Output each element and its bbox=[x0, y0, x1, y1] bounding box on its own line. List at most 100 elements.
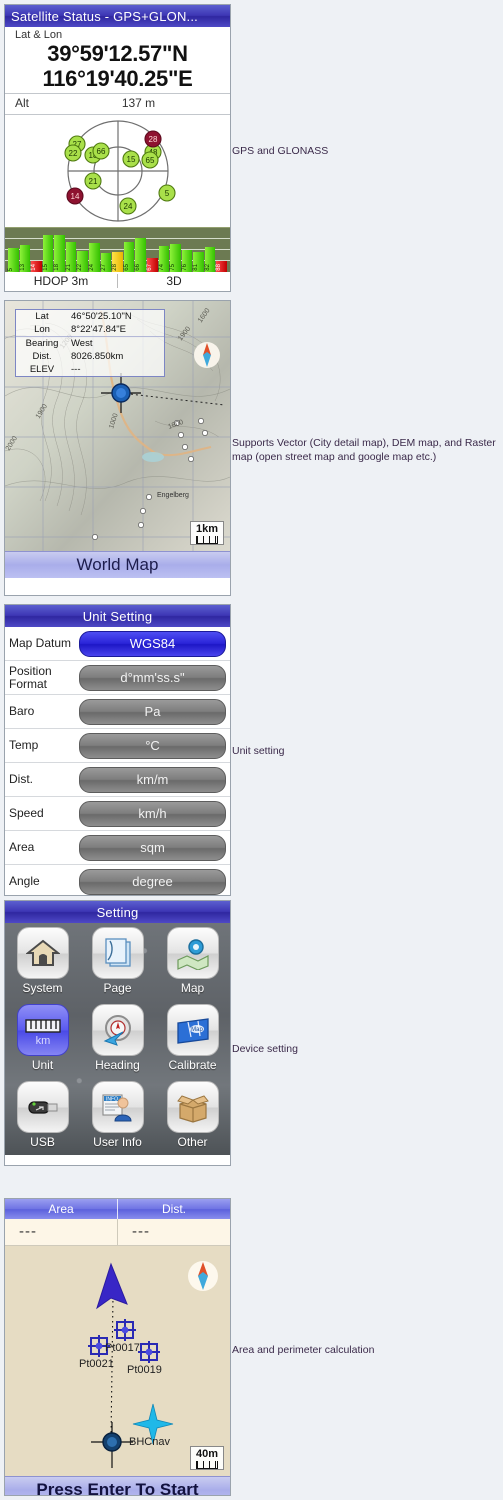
setting-item-calibrate[interactable]: Map Calibrate bbox=[155, 1000, 230, 1077]
ruler-km-icon: km bbox=[16, 1004, 69, 1056]
dist-value: --- bbox=[132, 1223, 150, 1240]
unit-row-area[interactable]: Area sqm bbox=[5, 831, 230, 865]
waypoint-label: Pt0021 bbox=[79, 1358, 114, 1370]
unit-row-value-button[interactable]: WGS84 bbox=[79, 630, 226, 657]
setting-item-label: System bbox=[22, 981, 63, 995]
info-row-bearing: Bearing West bbox=[16, 337, 164, 350]
unit-row-map-datum[interactable]: Map Datum WGS84 bbox=[5, 627, 230, 661]
signal-bar-id: 76 bbox=[181, 264, 188, 271]
unit-row-temp[interactable]: Temp °C bbox=[5, 729, 230, 763]
setting-panel: Setting System Page Map km Unit Heading Map Cal… bbox=[4, 900, 231, 1166]
setting-item-usb[interactable]: USB bbox=[5, 1077, 80, 1154]
north-arrow-icon bbox=[194, 342, 220, 368]
divider bbox=[5, 93, 230, 94]
elev-label: ELEV bbox=[29, 364, 55, 375]
unit-row-value-button[interactable]: km/h bbox=[79, 800, 226, 827]
setting-item-system[interactable]: System bbox=[5, 923, 80, 1000]
sky-satellite: 66 bbox=[92, 142, 110, 160]
setting-item-heading[interactable]: Heading bbox=[80, 1000, 155, 1077]
svg-text:22: 22 bbox=[69, 149, 78, 158]
sky-satellite: 22 bbox=[64, 144, 82, 162]
unit-row-value-button[interactable]: °C bbox=[79, 732, 226, 759]
unit-row-value-button[interactable]: km/m bbox=[79, 766, 226, 793]
dist-label: Dist. bbox=[32, 351, 52, 362]
setting-item-label: USB bbox=[30, 1135, 55, 1149]
unit-row-label: Temp bbox=[9, 738, 39, 752]
sky-satellite: 5 bbox=[158, 184, 176, 202]
lon-label: Lon bbox=[34, 324, 50, 335]
unit-row-speed[interactable]: Speed km/h bbox=[5, 797, 230, 831]
waypoint-label: Pt0019 bbox=[127, 1364, 162, 1376]
unit-setting-title: Unit Setting bbox=[82, 608, 153, 624]
svg-text:24: 24 bbox=[124, 202, 133, 211]
signal-bar-id: 75 bbox=[170, 264, 177, 271]
unit-row-value-button[interactable]: degree bbox=[79, 868, 226, 895]
setting-item-user-info[interactable]: INFO User Info bbox=[80, 1077, 155, 1154]
info-row-dist: Dist. 8026.850km bbox=[16, 350, 164, 363]
unit-row-angle[interactable]: Angle degree bbox=[5, 865, 230, 895]
svg-text:5: 5 bbox=[165, 189, 170, 198]
waypoint-canvas[interactable]: Pt0017 Pt0021 Pt0019 BHCnav 40m bbox=[5, 1246, 230, 1476]
satellite-status-panel: Satellite Status - GPS+GLON... Lat & Lon… bbox=[4, 4, 231, 292]
press-enter-button[interactable]: Press Enter To Start bbox=[5, 1476, 230, 1495]
signal-bar-id: 5 bbox=[8, 267, 14, 271]
unit-row-position-format[interactable]: Position Format d°mm'ss.s" bbox=[5, 661, 230, 695]
svg-text:21: 21 bbox=[89, 177, 98, 186]
setting-item-label: Map bbox=[180, 981, 205, 995]
area-value: --- bbox=[19, 1223, 37, 1240]
altitude-row: Alt 137 m bbox=[5, 96, 230, 112]
svg-text:15: 15 bbox=[127, 155, 136, 164]
unit-row-baro[interactable]: Baro Pa bbox=[5, 695, 230, 729]
svg-text:Map: Map bbox=[191, 1027, 203, 1033]
svg-text:14: 14 bbox=[71, 192, 80, 201]
sky-satellite: 24 bbox=[119, 197, 137, 215]
signal-bar-id: 22 bbox=[77, 264, 84, 271]
calibrate-map-icon: Map bbox=[166, 1004, 219, 1056]
setting-item-other[interactable]: Other bbox=[155, 1077, 230, 1154]
info-row-lon: Lon 8°22'47.84"E bbox=[16, 323, 164, 336]
waypoint-marker bbox=[114, 1319, 136, 1341]
setting-grid-row: System Page Map bbox=[5, 923, 230, 1000]
setting-item-label: Unit bbox=[31, 1058, 54, 1072]
annotation-gps: GPS and GLONASS bbox=[232, 145, 329, 157]
setting-item-page[interactable]: Page bbox=[80, 923, 155, 1000]
dist-value: 8026.850km bbox=[71, 351, 124, 362]
unit-setting-titlebar: Unit Setting bbox=[5, 605, 230, 627]
satellite-titlebar: Satellite Status - GPS+GLON... bbox=[5, 5, 230, 27]
sky-view[interactable]: 27221866152124548652814 bbox=[5, 117, 230, 227]
satellite-title: Satellite Status - GPS+GLON... bbox=[11, 8, 198, 24]
elev-value: --- bbox=[71, 364, 81, 375]
house-icon bbox=[16, 927, 69, 979]
setting-item-map[interactable]: Map bbox=[155, 923, 230, 1000]
hdop-value: HDOP 3m bbox=[33, 274, 89, 288]
unit-rows: Map Datum WGS84 Position Format d°mm'ss.s" B… bbox=[5, 627, 230, 895]
unit-row-value-button[interactable]: sqm bbox=[79, 834, 226, 861]
setting-titlebar: Setting bbox=[5, 901, 230, 923]
scale-ruler-icon bbox=[195, 1461, 218, 1469]
waypoint-svg bbox=[5, 1246, 230, 1476]
svg-text:28: 28 bbox=[149, 135, 158, 144]
map-scale-bar: 1km bbox=[189, 521, 224, 545]
signal-bar-id: 13 bbox=[19, 264, 26, 271]
unit-row-value-button[interactable]: Pa bbox=[79, 698, 226, 725]
setting-item-unit[interactable]: km Unit bbox=[5, 1000, 80, 1077]
waypoint-marker bbox=[138, 1341, 160, 1363]
page-root: Satellite Status - GPS+GLON... Lat & Lon… bbox=[0, 0, 503, 1500]
signal-bar-id: 82 bbox=[204, 264, 211, 271]
altitude-value: 137 m bbox=[121, 96, 156, 110]
signal-strength-chart: 5 13 14 15 18 21 22 24 27 28 65 66 67 74 75 76 81 82 88 bbox=[5, 227, 230, 272]
unit-row-label: Speed bbox=[9, 806, 44, 820]
svg-text:INFO: INFO bbox=[106, 1097, 118, 1103]
unit-row-value-button[interactable]: d°mm'ss.s" bbox=[79, 664, 226, 691]
svg-text:65: 65 bbox=[146, 156, 155, 165]
header-divider bbox=[117, 1199, 118, 1219]
world-map-label[interactable]: World Map bbox=[5, 551, 230, 578]
map-canvas[interactable]: 1200 1900 1900 1800 1600 1000 2000 Engel… bbox=[5, 301, 230, 551]
status-footer: HDOP 3m 3D bbox=[5, 272, 230, 290]
unit-row-dist[interactable]: Dist. km/m bbox=[5, 763, 230, 797]
lon-value: 8°22'47.84"E bbox=[71, 324, 126, 335]
sky-satellite: 14 bbox=[66, 187, 84, 205]
map-gear-icon bbox=[166, 927, 219, 979]
compass-arrow-icon bbox=[91, 1004, 144, 1056]
setting-grid-row: km Unit Heading Map Calibrate bbox=[5, 1000, 230, 1077]
